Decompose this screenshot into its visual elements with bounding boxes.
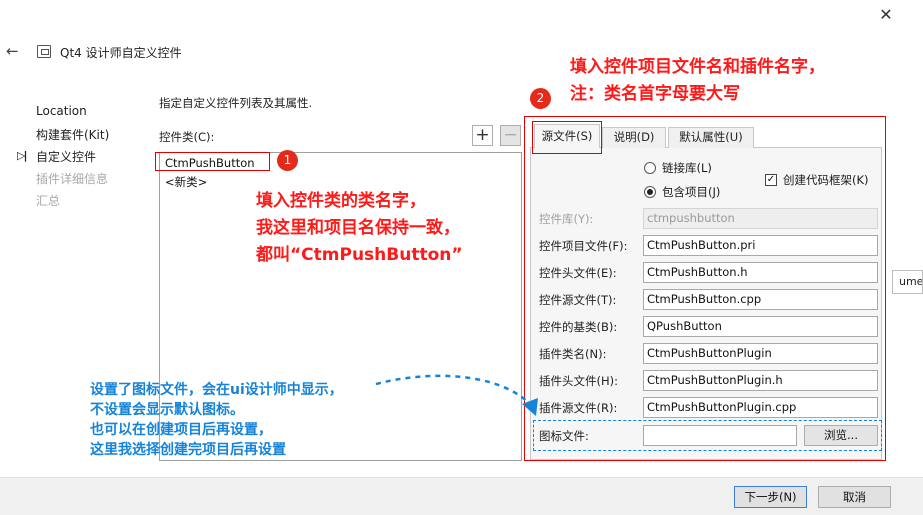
step-custom-widget: 自定义控件 [36, 150, 97, 164]
step-plugin-details: 插件详细信息 [36, 172, 109, 186]
radio-include-project[interactable] [644, 186, 656, 198]
add-class-button[interactable]: + [472, 125, 493, 146]
current-step-marker-icon: ▷| [17, 149, 28, 162]
next-button[interactable]: 下一步(N) [734, 486, 807, 508]
plugin-source-file-input[interactable]: CtmPushButtonPlugin.cpp [643, 397, 878, 418]
plugin-class-name-input[interactable]: CtmPushButtonPlugin [643, 343, 878, 364]
annotation-class-name: 填入控件类的类名字， 我这里和项目名保持一致， 都叫“CtmPushButton… [256, 188, 463, 269]
back-arrow-icon[interactable]: ← [6, 42, 19, 60]
class-list-label: 控件类(C): [159, 130, 215, 144]
field-label-plugin-header-file: 插件头文件(H): [539, 374, 618, 388]
annotation-line: 也可以在创建项目后再设置， [90, 422, 272, 438]
highlight-box-icon-file [533, 420, 882, 451]
close-icon[interactable]: ✕ [872, 2, 900, 28]
wizard-title: Qt4 设计师自定义控件 [60, 46, 182, 60]
highlight-box-tab [532, 121, 602, 154]
create-skeleton-label: 创建代码框架(K) [783, 173, 869, 187]
annotation-file-names: 填入控件项目文件名和插件名字， 注：类名首字母要大写 [570, 54, 825, 108]
step-location: Location [36, 104, 87, 118]
annotation-line: 注：类名首字母要大写 [570, 84, 740, 104]
field-label-widget-header-file: 控件头文件(E): [539, 266, 617, 280]
page-description: 指定自定义控件列表及其属性. [159, 96, 313, 110]
annotation-line: 填入控件类的类名字， [256, 191, 426, 211]
annotation-arrow-icon [375, 374, 538, 416]
wizard-icon [37, 45, 51, 58]
field-label-widget-library: 控件库(Y): [539, 212, 594, 226]
widget-library-input: ctmpushbutton [643, 208, 878, 229]
radio-link-library[interactable] [644, 162, 656, 174]
partial-text-field[interactable]: ume [892, 270, 923, 294]
remove-class-button[interactable]: − [500, 125, 521, 146]
annotation-line: 我这里和项目名保持一致， [256, 218, 460, 238]
step-badge-2: 2 [530, 88, 551, 109]
step-summary: 汇总 [36, 194, 61, 208]
step-kit: 构建套件(Kit) [36, 128, 110, 142]
widget-base-class-input[interactable]: QPushButton [643, 316, 878, 337]
field-label-plugin-class-name: 插件类名(N): [539, 347, 607, 361]
class-list-item[interactable]: <新类> [165, 174, 207, 190]
create-skeleton-checkbox[interactable]: ✓ [765, 174, 777, 186]
annotation-line: 设置了图标文件，会在ui设计师中显示， [90, 382, 343, 398]
radio-include-project-label: 包含项目(J) [662, 185, 721, 199]
field-label-widget-base-class: 控件的基类(B): [539, 320, 618, 334]
annotation-line: 这里我选择创建完项目后再设置 [90, 442, 286, 458]
widget-project-file-input[interactable]: CtmPushButton.pri [643, 235, 878, 256]
annotation-line: 不设置会显示默认图标。 [90, 402, 244, 418]
widget-header-file-input[interactable]: CtmPushButton.h [643, 262, 878, 283]
field-label-widget-source-file: 控件源文件(T): [539, 293, 617, 307]
field-label-widget-project-file: 控件项目文件(F): [539, 239, 628, 253]
highlight-box-class-name [155, 152, 270, 171]
annotation-line: 填入控件项目文件名和插件名字， [570, 57, 825, 77]
plugin-header-file-input[interactable]: CtmPushButtonPlugin.h [643, 370, 878, 391]
step-badge-1: 1 [277, 150, 298, 171]
cancel-button[interactable]: 取消 [818, 486, 891, 508]
annotation-line: 都叫“CtmPushButton” [256, 245, 463, 265]
field-label-plugin-source-file: 插件源文件(R): [539, 401, 618, 415]
annotation-icon-file: 设置了图标文件，会在ui设计师中显示， 不设置会显示默认图标。 也可以在创建项目… [90, 380, 343, 460]
widget-source-file-input[interactable]: CtmPushButton.cpp [643, 289, 878, 310]
radio-link-library-label: 链接库(L) [662, 161, 712, 175]
